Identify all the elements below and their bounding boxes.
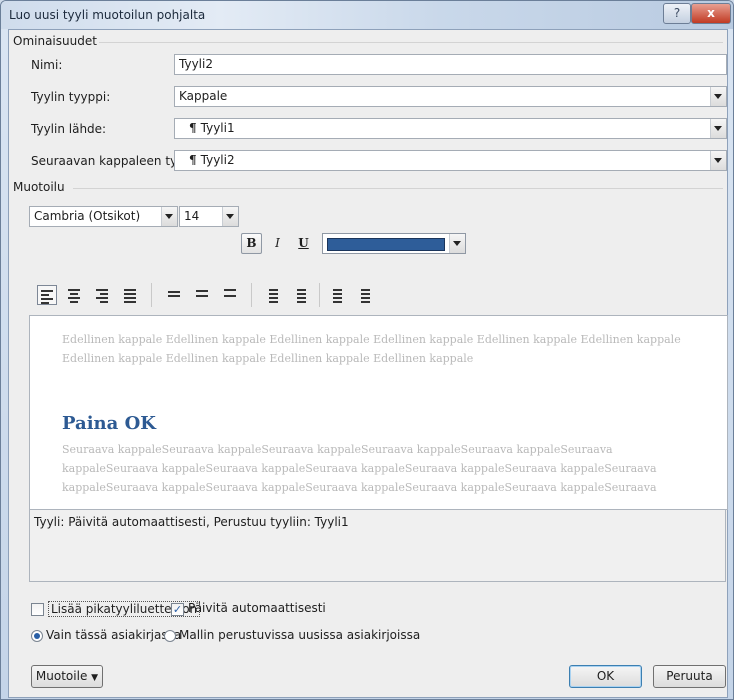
bold-button[interactable]: B [241, 233, 262, 254]
align-justify-icon[interactable] [121, 285, 141, 305]
increase-indent-icon[interactable] [355, 285, 375, 305]
one-and-half-spacing-icon[interactable] [193, 285, 213, 305]
only-this-document-radio[interactable] [31, 630, 43, 642]
preview-heading: Paina OK [62, 413, 156, 434]
cancel-button[interactable]: Peruuta [653, 665, 726, 688]
paragraph-mark-icon: ¶ [189, 121, 197, 135]
font-value: Cambria (Otsikot) [34, 209, 141, 223]
decrease-indent-icon[interactable] [327, 285, 347, 305]
add-to-quick-styles-checkbox[interactable] [31, 603, 44, 616]
help-button[interactable]: ? [663, 3, 691, 24]
next-style-value: Tyyli2 [200, 153, 235, 167]
style-based-on-label: Tyylin lähde: [31, 122, 107, 136]
only-this-document-label[interactable]: Vain tässä asiakirjassa [46, 628, 181, 642]
preview-following-paragraph: Seuraava kappaleSeuraava kappaleSeuraava… [62, 443, 657, 494]
decrease-paragraph-spacing-icon[interactable] [291, 285, 311, 305]
chevron-down-icon[interactable] [710, 87, 726, 106]
style-based-on-dropdown[interactable]: ¶ Tyyli1 [174, 118, 727, 139]
auto-update-checkbox[interactable]: ✓ [171, 603, 184, 616]
style-type-dropdown[interactable]: Kappale [174, 86, 727, 107]
underline-button[interactable]: U [293, 233, 314, 254]
dialog-window: Luo uusi tyyli muotoilun pohjalta ? x Om… [0, 0, 734, 700]
align-center-icon[interactable] [65, 285, 85, 305]
chevron-down-icon[interactable] [710, 119, 726, 138]
format-button-label: Muotoile [35, 669, 88, 683]
format-menu-button[interactable]: Muotoile ▼ [31, 665, 103, 688]
double-spacing-icon[interactable] [221, 285, 241, 305]
style-based-on-value: Tyyli1 [200, 121, 235, 135]
next-style-dropdown[interactable]: ¶ Tyyli2 [174, 150, 727, 171]
chevron-down-icon: ▼ [91, 673, 99, 683]
increase-paragraph-spacing-icon[interactable] [263, 285, 283, 305]
template-documents-radio[interactable] [164, 630, 176, 642]
font-size-value: 14 [184, 209, 200, 223]
single-spacing-icon[interactable] [165, 285, 185, 305]
toolbar-separator [151, 283, 152, 307]
dialog-title: Luo uusi tyyli muotoilun pohjalta [9, 8, 206, 22]
align-left-icon[interactable] [37, 285, 57, 305]
name-field[interactable]: Tyyli2 [174, 54, 727, 75]
properties-group-label: Ominaisuudet [13, 34, 97, 48]
toolbar-separator [319, 283, 320, 307]
ok-button[interactable]: OK [569, 665, 642, 688]
font-size-dropdown[interactable]: 14 [179, 206, 239, 227]
properties-divider [99, 42, 723, 43]
style-description: Tyyli: Päivitä automaattisesti, Perustuu… [29, 509, 726, 582]
toolbar-separator [251, 283, 252, 307]
formatting-group-label: Muotoilu [13, 180, 65, 194]
auto-update-label[interactable]: Päivitä automaattisesti [188, 601, 326, 615]
chevron-down-icon[interactable] [449, 234, 465, 253]
name-label: Nimi: [31, 58, 63, 72]
close-button[interactable]: x [691, 3, 731, 24]
italic-button[interactable]: I [267, 233, 288, 254]
title-bar[interactable]: Luo uusi tyyli muotoilun pohjalta ? x [1, 1, 733, 29]
chevron-down-icon[interactable] [161, 207, 177, 226]
paragraph-mark-icon: ¶ [189, 153, 197, 167]
font-dropdown[interactable]: Cambria (Otsikot) [29, 206, 178, 227]
chevron-down-icon[interactable] [222, 207, 238, 226]
align-right-icon[interactable] [93, 285, 113, 305]
template-documents-label[interactable]: Mallin perustuvissa uusissa asiakirjoiss… [179, 628, 420, 642]
style-type-value: Kappale [179, 89, 228, 103]
chevron-down-icon[interactable] [710, 151, 726, 170]
next-style-label: Seuraavan kappaleen tyyli: [31, 154, 195, 168]
font-color-dropdown[interactable] [322, 233, 466, 254]
font-color-swatch [327, 238, 445, 251]
formatting-divider [73, 188, 723, 189]
preview-previous-paragraph: Edellinen kappale Edellinen kappale Edel… [62, 333, 681, 365]
style-type-label: Tyylin tyyppi: [31, 90, 111, 104]
style-preview: Edellinen kappale Edellinen kappale Edel… [29, 315, 728, 510]
